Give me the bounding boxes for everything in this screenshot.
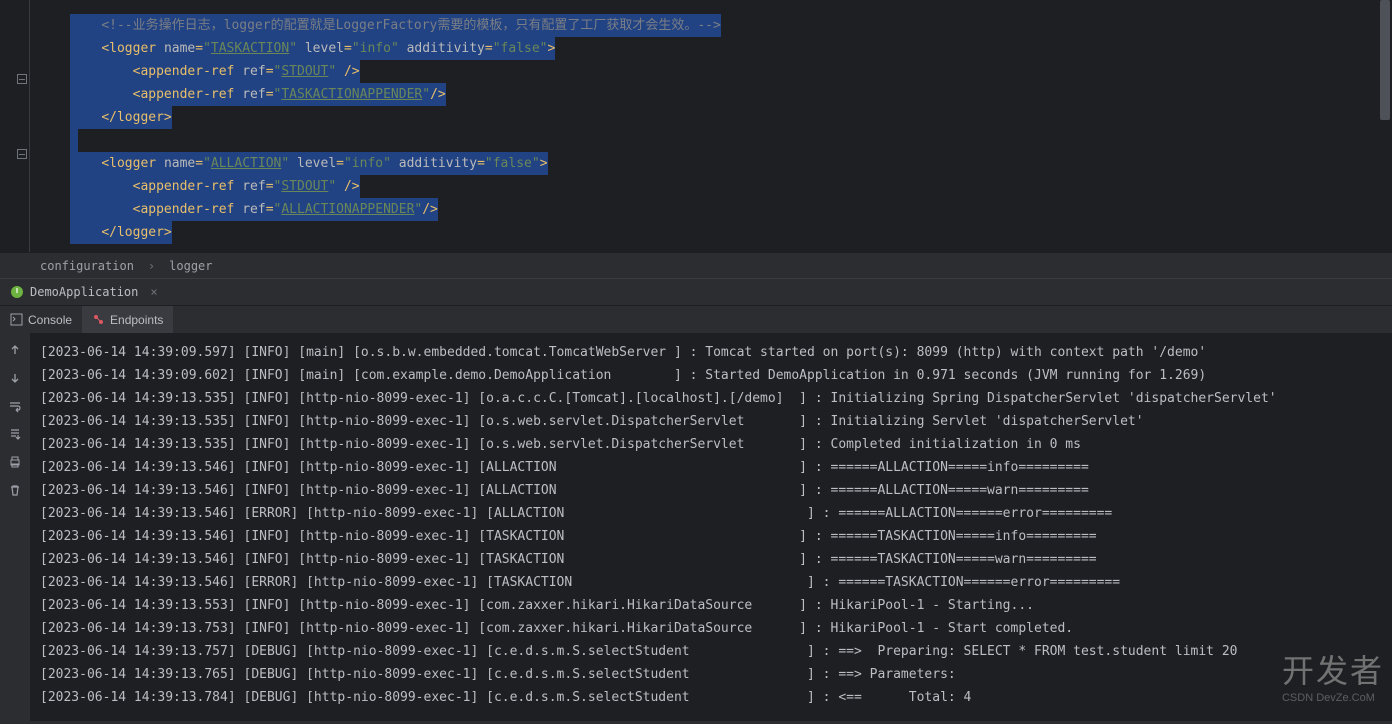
- log-line: [2023-06-14 14:39:09.602] [INFO] [main] …: [40, 364, 1392, 387]
- code-line[interactable]: <appender-ref ref="ALLACTIONAPPENDER"/>: [70, 198, 1392, 221]
- tool-panel-tabs: Console Endpoints: [0, 305, 1392, 333]
- log-line: [2023-06-14 14:39:13.546] [INFO] [http-n…: [40, 548, 1392, 571]
- tab-label: Console: [28, 313, 72, 327]
- code-content[interactable]: <!--业务操作日志，logger的配置就是LoggerFactory需要的模板…: [30, 0, 1392, 252]
- log-line: [2023-06-14 14:39:13.553] [INFO] [http-n…: [40, 594, 1392, 617]
- code-editor[interactable]: <!--业务操作日志，logger的配置就是LoggerFactory需要的模板…: [0, 0, 1392, 252]
- log-line: [2023-06-14 14:39:13.546] [ERROR] [http-…: [40, 502, 1392, 525]
- console-output[interactable]: [2023-06-14 14:39:09.597] [INFO] [main] …: [30, 333, 1392, 721]
- tab-label: Endpoints: [110, 313, 163, 327]
- run-tab-bar: DemoApplication ×: [0, 278, 1392, 305]
- fold-collapse-icon[interactable]: [17, 149, 27, 159]
- close-icon[interactable]: ×: [150, 285, 157, 299]
- tab-console[interactable]: Console: [0, 306, 82, 333]
- log-line: [2023-06-14 14:39:13.546] [INFO] [http-n…: [40, 525, 1392, 548]
- spring-boot-icon: [10, 285, 24, 299]
- scrollbar-thumb[interactable]: [1380, 0, 1390, 120]
- scroll-down-icon[interactable]: [4, 367, 26, 389]
- breadcrumb-item[interactable]: configuration: [40, 259, 134, 273]
- log-line: [2023-06-14 14:39:13.535] [INFO] [http-n…: [40, 433, 1392, 456]
- run-tab-demoapplication[interactable]: DemoApplication ×: [0, 279, 168, 305]
- log-line: [2023-06-14 14:39:13.546] [ERROR] [http-…: [40, 571, 1392, 594]
- code-line[interactable]: <logger name="TASKACTION" level="info" a…: [70, 37, 1392, 60]
- breadcrumb-item[interactable]: logger: [169, 259, 212, 273]
- log-line: [2023-06-14 14:39:13.546] [INFO] [http-n…: [40, 479, 1392, 502]
- scroll-up-icon[interactable]: [4, 339, 26, 361]
- log-line: [2023-06-14 14:39:13.535] [INFO] [http-n…: [40, 387, 1392, 410]
- tab-endpoints[interactable]: Endpoints: [82, 306, 173, 333]
- code-line[interactable]: </logger>: [70, 106, 1392, 129]
- console-icon: [10, 313, 23, 326]
- code-line[interactable]: [70, 129, 1392, 152]
- editor-scrollbar[interactable]: [1378, 0, 1392, 252]
- run-tab-label: DemoApplication: [30, 285, 138, 299]
- log-line: [2023-06-14 14:39:13.546] [INFO] [http-n…: [40, 456, 1392, 479]
- soft-wrap-icon[interactable]: [4, 395, 26, 417]
- endpoints-icon: [92, 313, 105, 326]
- trash-icon[interactable]: [4, 479, 26, 501]
- log-line: [2023-06-14 14:39:13.753] [INFO] [http-n…: [40, 617, 1392, 640]
- print-icon[interactable]: [4, 451, 26, 473]
- code-line[interactable]: <appender-ref ref="STDOUT" />: [70, 60, 1392, 83]
- code-line[interactable]: <!--业务操作日志，logger的配置就是LoggerFactory需要的模板…: [70, 14, 1392, 37]
- fold-collapse-icon[interactable]: [17, 74, 27, 84]
- log-line: [2023-06-14 14:39:09.597] [INFO] [main] …: [40, 341, 1392, 364]
- log-line: [2023-06-14 14:39:13.535] [INFO] [http-n…: [40, 410, 1392, 433]
- breadcrumb: configuration › logger: [0, 252, 1392, 278]
- code-line[interactable]: <appender-ref ref="STDOUT" />: [70, 175, 1392, 198]
- log-line: [2023-06-14 14:39:13.765] [DEBUG] [http-…: [40, 663, 1392, 686]
- code-line[interactable]: </logger>: [70, 221, 1392, 244]
- scroll-to-end-icon[interactable]: [4, 423, 26, 445]
- code-line[interactable]: <appender-ref ref="TASKACTIONAPPENDER"/>: [70, 83, 1392, 106]
- console-toolbar: [0, 333, 30, 721]
- log-line: [2023-06-14 14:39:13.784] [DEBUG] [http-…: [40, 686, 1392, 709]
- editor-gutter: [0, 0, 30, 252]
- console-panel: [2023-06-14 14:39:09.597] [INFO] [main] …: [0, 333, 1392, 721]
- chevron-right-icon: ›: [148, 259, 155, 273]
- log-line: [2023-06-14 14:39:13.757] [DEBUG] [http-…: [40, 640, 1392, 663]
- code-line[interactable]: <logger name="ALLACTION" level="info" ad…: [70, 152, 1392, 175]
